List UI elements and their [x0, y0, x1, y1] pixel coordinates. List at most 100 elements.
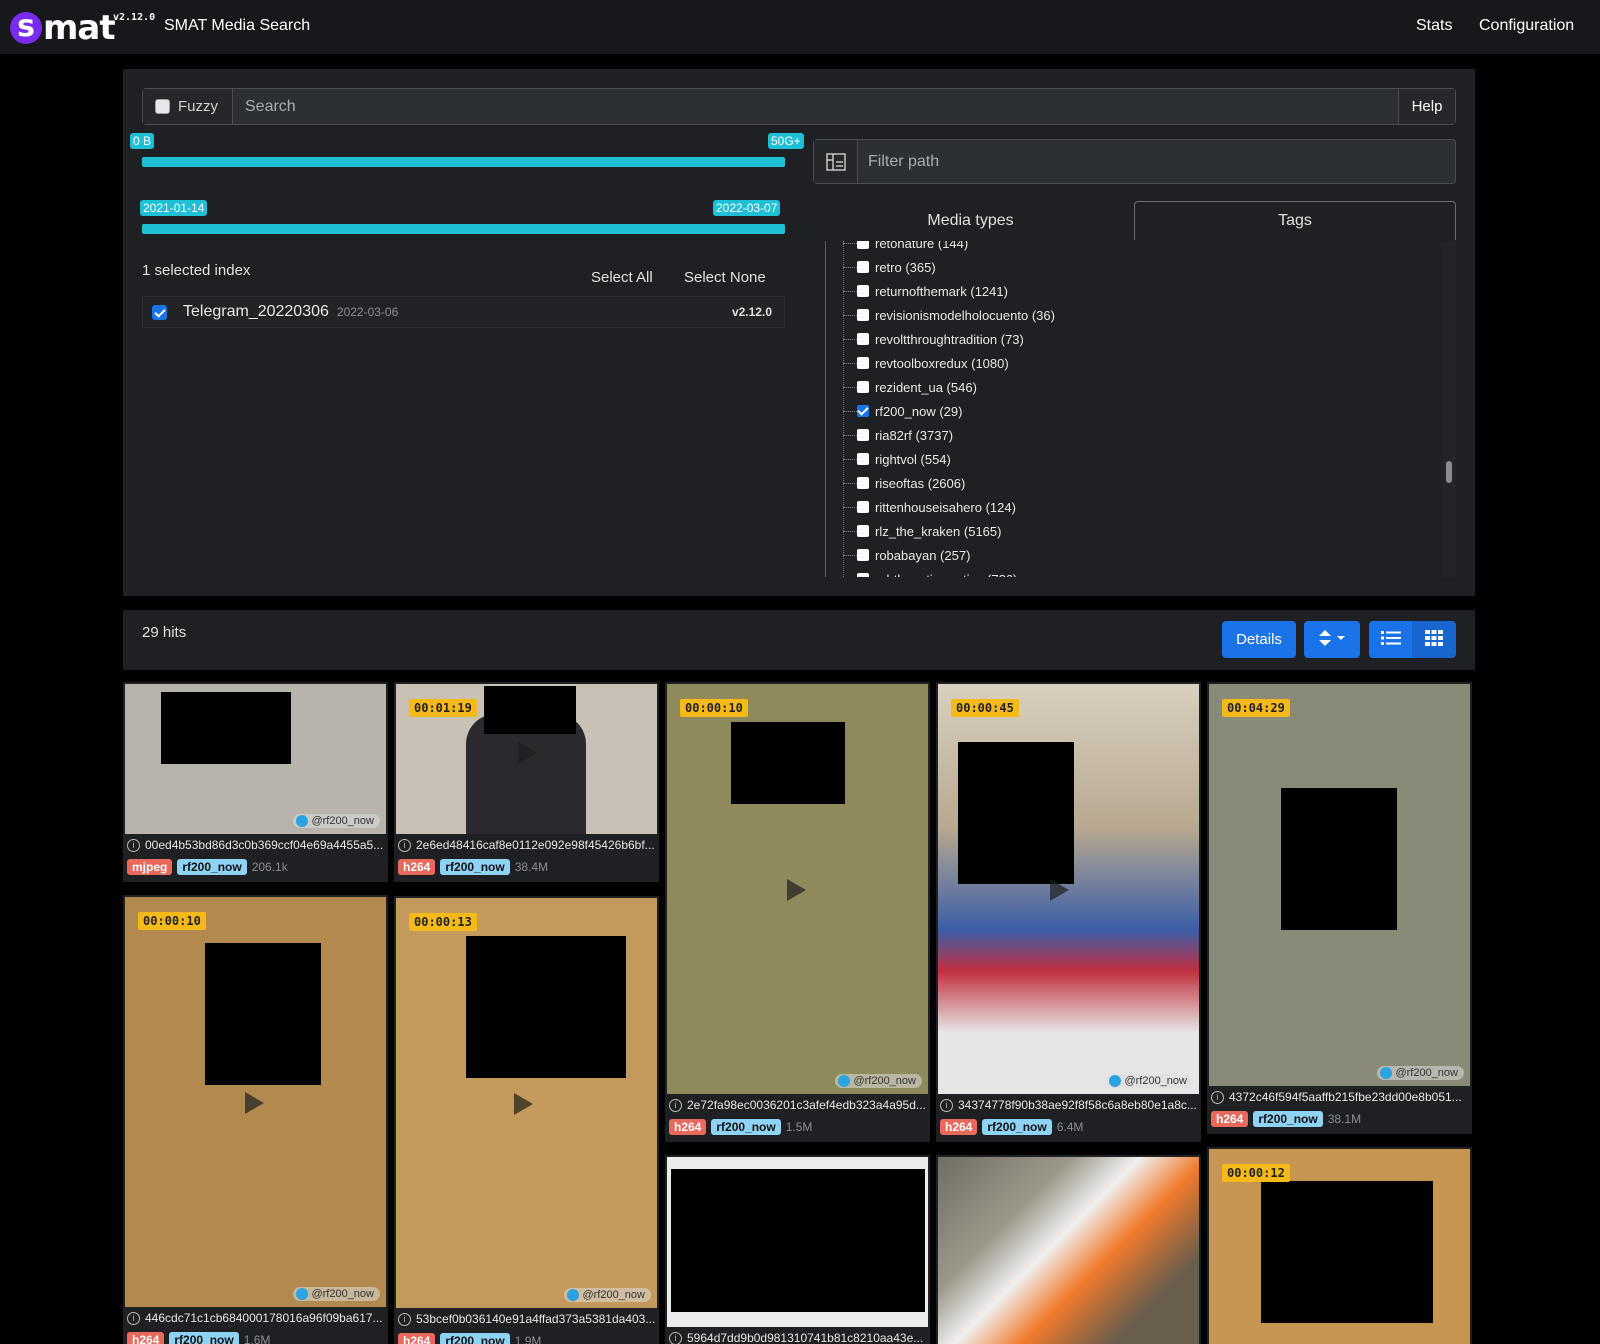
result-card[interactable]	[936, 1155, 1201, 1344]
tag-item[interactable]: rlz_the_kraken (5165)	[843, 520, 1001, 542]
play-icon[interactable]	[787, 879, 806, 901]
search-input[interactable]	[233, 89, 1398, 124]
result-card[interactable]: i 5964d7dd9b0d981310741b81c8210aa43e...	[665, 1155, 930, 1344]
filename[interactable]: i 4372c46f594f5aaffb215fbe23dd00e8b051...	[1211, 1090, 1468, 1104]
tag-badge[interactable]: rf200_now	[1253, 1111, 1323, 1127]
tag-badge[interactable]: rf200_now	[440, 859, 510, 875]
result-card[interactable]: 00:00:45 @rf200_now i 34374778f90b38ae92f8f…	[936, 682, 1201, 1142]
filename[interactable]: i 5964d7dd9b0d981310741b81c8210aa43e...	[669, 1331, 926, 1344]
tags-scroll-thumb[interactable]	[1446, 461, 1452, 483]
tree-icon[interactable]	[814, 140, 858, 183]
date-slider-track[interactable]	[142, 224, 785, 234]
info-icon[interactable]: i	[127, 1311, 140, 1325]
play-icon[interactable]	[518, 742, 537, 764]
index-checkbox[interactable]	[152, 304, 167, 320]
result-card[interactable]: 00:00:10 @rf200_now i 2e72fa98ec0036201c3af…	[665, 682, 930, 1142]
filename[interactable]: i 53bcef0b036140e91a4ffad373a5381da403...	[398, 1312, 655, 1326]
tag-checkbox[interactable]	[857, 429, 869, 441]
tag-checkbox[interactable]	[857, 357, 869, 369]
tag-checkbox[interactable]	[857, 381, 869, 393]
tag-item[interactable]: rezident_ua (546)	[843, 376, 977, 398]
tag-item[interactable]: revisionismodelholocuento (36)	[843, 304, 1055, 326]
tag-checkbox[interactable]	[857, 453, 869, 465]
tag-item[interactable]: rightvol (554)	[843, 448, 951, 470]
fuzzy-checkbox[interactable]	[155, 99, 170, 114]
sort-button[interactable]	[1304, 621, 1360, 658]
tag-checkbox[interactable]	[857, 525, 869, 537]
grid-view-button[interactable]	[1412, 621, 1456, 658]
tag-item[interactable]: rf200_now (29)	[843, 400, 962, 422]
tags-scrollbar[interactable]	[1441, 241, 1456, 577]
tag-badge[interactable]: rf200_now	[982, 1119, 1052, 1135]
tag-checkbox[interactable]	[857, 285, 869, 297]
media-thumbnail[interactable]	[667, 1157, 928, 1327]
tab-tags[interactable]: Tags	[1134, 201, 1456, 240]
media-thumbnail[interactable]: 00:00:10 @rf200_now	[125, 897, 386, 1307]
filename[interactable]: i 34374778f90b38ae92f8f58c6a8eb80e1a8c...	[940, 1098, 1197, 1112]
nav-stats-link[interactable]: Stats	[1416, 17, 1452, 35]
media-thumbnail[interactable]: 00:00:10 @rf200_now	[667, 684, 928, 1094]
tag-item[interactable]: retonature (144)	[843, 241, 968, 254]
media-thumbnail[interactable]	[938, 1157, 1199, 1344]
filename[interactable]: i 00ed4b53bd86d3c0b369ccf04e69a4455a5...	[127, 838, 384, 852]
tag-checkbox[interactable]	[857, 261, 869, 273]
tag-item[interactable]: retro (365)	[843, 256, 936, 278]
tag-item[interactable]: robtheantinarrative (786)	[843, 568, 1017, 577]
play-icon[interactable]	[245, 1092, 264, 1114]
result-card[interactable]: 00:01:19 i 2e6ed48416caf8e0112e092e98f4542…	[394, 682, 659, 882]
info-icon[interactable]: i	[669, 1098, 682, 1112]
tag-checkbox[interactable]	[857, 477, 869, 489]
help-button[interactable]: Help	[1398, 89, 1455, 124]
fuzzy-toggle[interactable]: Fuzzy	[143, 89, 233, 124]
result-card[interactable]: 00:04:29 @rf200_now i 4372c46f594f5aaffb215…	[1207, 682, 1472, 1134]
tag-checkbox[interactable]	[857, 549, 869, 561]
details-button[interactable]: Details	[1222, 621, 1296, 658]
tag-item[interactable]: robabayan (257)	[843, 544, 970, 566]
result-card[interactable]: 00:00:10 @rf200_now i 446cdc71c1cb684000178…	[123, 895, 388, 1344]
media-thumbnail[interactable]: 00:04:29 @rf200_now	[1209, 684, 1470, 1086]
info-icon[interactable]: i	[940, 1098, 953, 1112]
tag-checkbox[interactable]	[857, 573, 869, 577]
tag-item[interactable]: returnofthemark (1241)	[843, 280, 1008, 302]
logo[interactable]: s mat	[10, 8, 116, 45]
play-icon[interactable]	[1050, 879, 1069, 901]
tag-item[interactable]: revoltthroughtradition (73)	[843, 328, 1024, 350]
tab-media-types[interactable]: Media types	[813, 201, 1128, 240]
info-icon[interactable]: i	[127, 838, 140, 852]
select-none-button[interactable]: Select None	[684, 269, 766, 286]
tag-checkbox[interactable]	[857, 501, 869, 513]
tag-badge[interactable]: rf200_now	[711, 1119, 781, 1135]
tag-badge[interactable]: rf200_now	[169, 1332, 239, 1344]
media-thumbnail[interactable]: 00:00:45 @rf200_now	[938, 684, 1199, 1094]
index-row[interactable]: Telegram_20220306 2022-03-06 v2.12.0	[142, 296, 785, 328]
media-thumbnail[interactable]: 00:00:12	[1209, 1149, 1470, 1344]
tag-item[interactable]: ria82rf (3737)	[843, 424, 953, 446]
media-thumbnail[interactable]: @rf200_now	[125, 684, 386, 834]
tag-badge[interactable]: rf200_now	[440, 1333, 510, 1344]
tag-checkbox[interactable]	[857, 405, 869, 417]
size-slider-track[interactable]	[142, 157, 785, 167]
result-card[interactable]: 00:00:12	[1207, 1147, 1472, 1344]
list-view-button[interactable]	[1369, 621, 1412, 658]
info-icon[interactable]: i	[398, 838, 411, 852]
filename[interactable]: i 2e72fa98ec0036201c3afef4edb323a4a95d...	[669, 1098, 926, 1112]
play-icon[interactable]	[514, 1093, 533, 1115]
filter-path-input[interactable]	[858, 140, 1455, 183]
filename[interactable]: i 446cdc71c1cb684000178016a96f09ba617...	[127, 1311, 384, 1325]
info-icon[interactable]: i	[398, 1312, 411, 1326]
result-card[interactable]: @rf200_now i 00ed4b53bd86d3c0b369ccf04e69a…	[123, 682, 388, 882]
select-all-button[interactable]: Select All	[591, 269, 653, 286]
result-card[interactable]: 00:00:13 @rf200_now i 53bcef0b036140e91a4ff…	[394, 896, 659, 1344]
info-icon[interactable]: i	[669, 1331, 682, 1344]
tag-checkbox[interactable]	[857, 333, 869, 345]
tag-item[interactable]: rittenhouseisahero (124)	[843, 496, 1016, 518]
tag-checkbox[interactable]	[857, 241, 869, 249]
info-icon[interactable]: i	[1211, 1090, 1224, 1104]
media-thumbnail[interactable]: 00:00:13 @rf200_now	[396, 898, 657, 1308]
tag-item[interactable]: revtoolboxredux (1080)	[843, 352, 1009, 374]
tag-checkbox[interactable]	[857, 309, 869, 321]
media-thumbnail[interactable]: 00:01:19	[396, 684, 657, 834]
filename[interactable]: i 2e6ed48416caf8e0112e092e98f45426b6bf...	[398, 838, 655, 852]
nav-configuration-link[interactable]: Configuration	[1479, 17, 1574, 35]
tag-badge[interactable]: rf200_now	[177, 859, 247, 875]
